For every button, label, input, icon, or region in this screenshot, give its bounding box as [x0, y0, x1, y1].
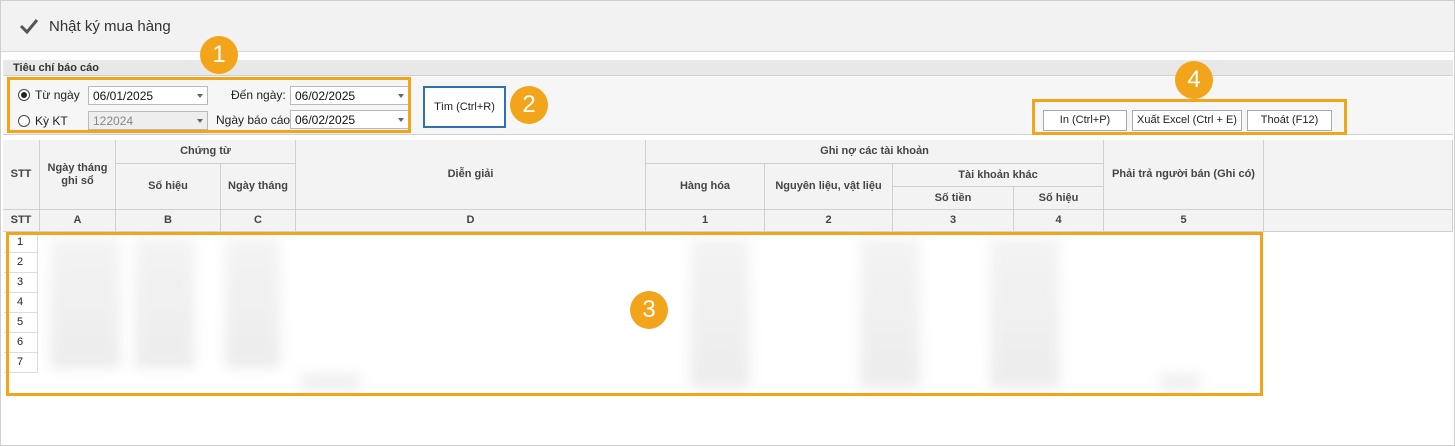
header-filler [1264, 140, 1453, 210]
code-2: 2 [765, 210, 893, 232]
code-filler [1264, 210, 1453, 232]
header-other-accounts: Tài khoản khác [893, 164, 1104, 187]
code-b: B [116, 210, 221, 232]
header-payable: Phải trả người bán (Ghi có) [1104, 140, 1264, 210]
header-goods: Hàng hóa [646, 164, 765, 210]
callout-badge-4: 4 [1175, 61, 1213, 99]
header-account-number: Số hiệu [1014, 187, 1104, 210]
header-materials: Nguyên liệu, vật liệu [765, 164, 893, 210]
code-stt: STT [3, 210, 40, 232]
criteria-title: Tiêu chí báo cáo [13, 62, 99, 74]
code-4: 4 [1014, 210, 1104, 232]
header-debit-accounts: Ghi nợ các tài khoản [646, 140, 1104, 164]
header-description: Diễn giải [296, 140, 646, 210]
header-stt: STT [3, 140, 40, 210]
header-date-recorded: Ngày tháng ghi sổ [40, 140, 116, 210]
header-voucher: Chứng từ [116, 140, 296, 164]
callout-badge-2: 2 [510, 86, 548, 124]
code-5: 5 [1104, 210, 1264, 232]
code-3: 3 [893, 210, 1014, 232]
highlight-actions [1032, 99, 1347, 135]
header-voucher-number: Số hiệu [116, 164, 221, 210]
code-a: A [40, 210, 116, 232]
window-title: Nhật ký mua hàng [49, 18, 171, 35]
search-button[interactable]: Tìm (Ctrl+R) [423, 86, 506, 128]
callout-badge-3: 3 [630, 291, 668, 329]
check-icon [19, 19, 39, 35]
code-1: 1 [646, 210, 765, 232]
callout-badge-1: 1 [200, 36, 238, 74]
header-voucher-date: Ngày tháng [221, 164, 296, 210]
code-d: D [296, 210, 646, 232]
header-amount: Số tiền [893, 187, 1014, 210]
code-c: C [221, 210, 296, 232]
highlight-criteria [7, 77, 411, 133]
